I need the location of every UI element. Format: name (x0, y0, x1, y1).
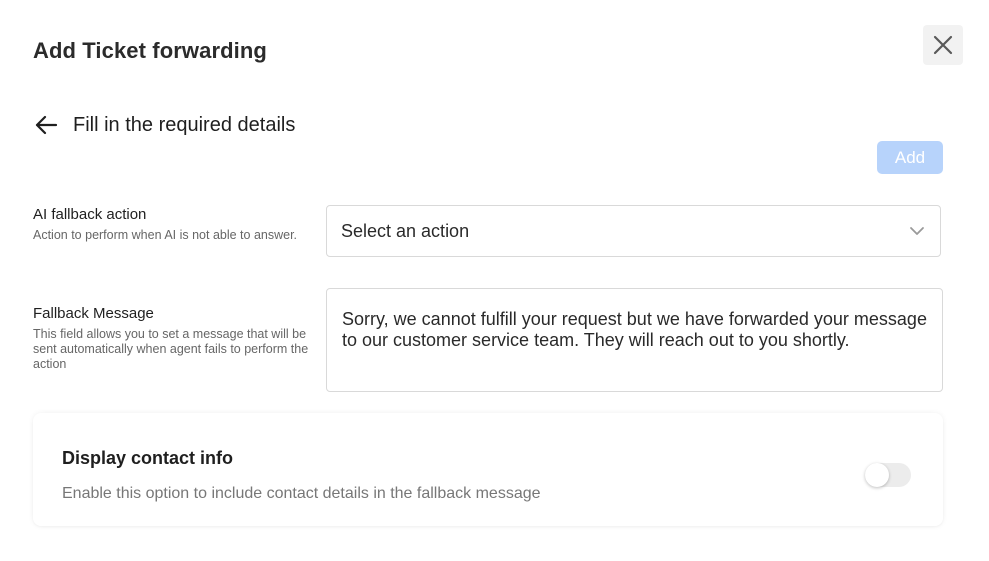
contact-info-description: Enable this option to include contact de… (62, 485, 541, 502)
ticket-forwarding-modal: Add Ticket forwarding Fill in the requir… (0, 0, 989, 561)
add-button[interactable]: Add (877, 141, 943, 174)
fallback-message-label-group: Fallback Message This field allows you t… (33, 305, 313, 372)
contact-info-title: Display contact info (62, 448, 234, 468)
close-button[interactable] (923, 25, 963, 65)
modal-title: Add Ticket forwarding (33, 38, 267, 63)
contact-info-card: Display contact info Enable this option … (33, 413, 943, 526)
fallback-action-label-group: AI fallback action Action to perform whe… (33, 206, 313, 243)
arrow-left-icon (35, 115, 58, 135)
toggle-knob (865, 463, 889, 487)
fallback-action-selected-value: Select an action (341, 220, 470, 241)
chevron-down-icon (908, 222, 926, 240)
fallback-message-description: This field allows you to set a message t… (33, 327, 309, 371)
fallback-message-textarea[interactable]: Sorry, we cannot fulfill your request bu… (326, 288, 943, 392)
back-button[interactable] (33, 112, 59, 138)
subtitle: Fill in the required details (73, 113, 296, 136)
fallback-message-label: Fallback Message (33, 305, 154, 322)
fallback-action-select[interactable]: Select an action (326, 205, 941, 257)
subheader: Fill in the required details (33, 112, 295, 138)
close-icon (933, 35, 953, 55)
fallback-action-description: Action to perform when AI is not able to… (33, 228, 298, 242)
fallback-action-label: AI fallback action (33, 206, 147, 223)
contact-info-toggle[interactable] (865, 463, 911, 487)
